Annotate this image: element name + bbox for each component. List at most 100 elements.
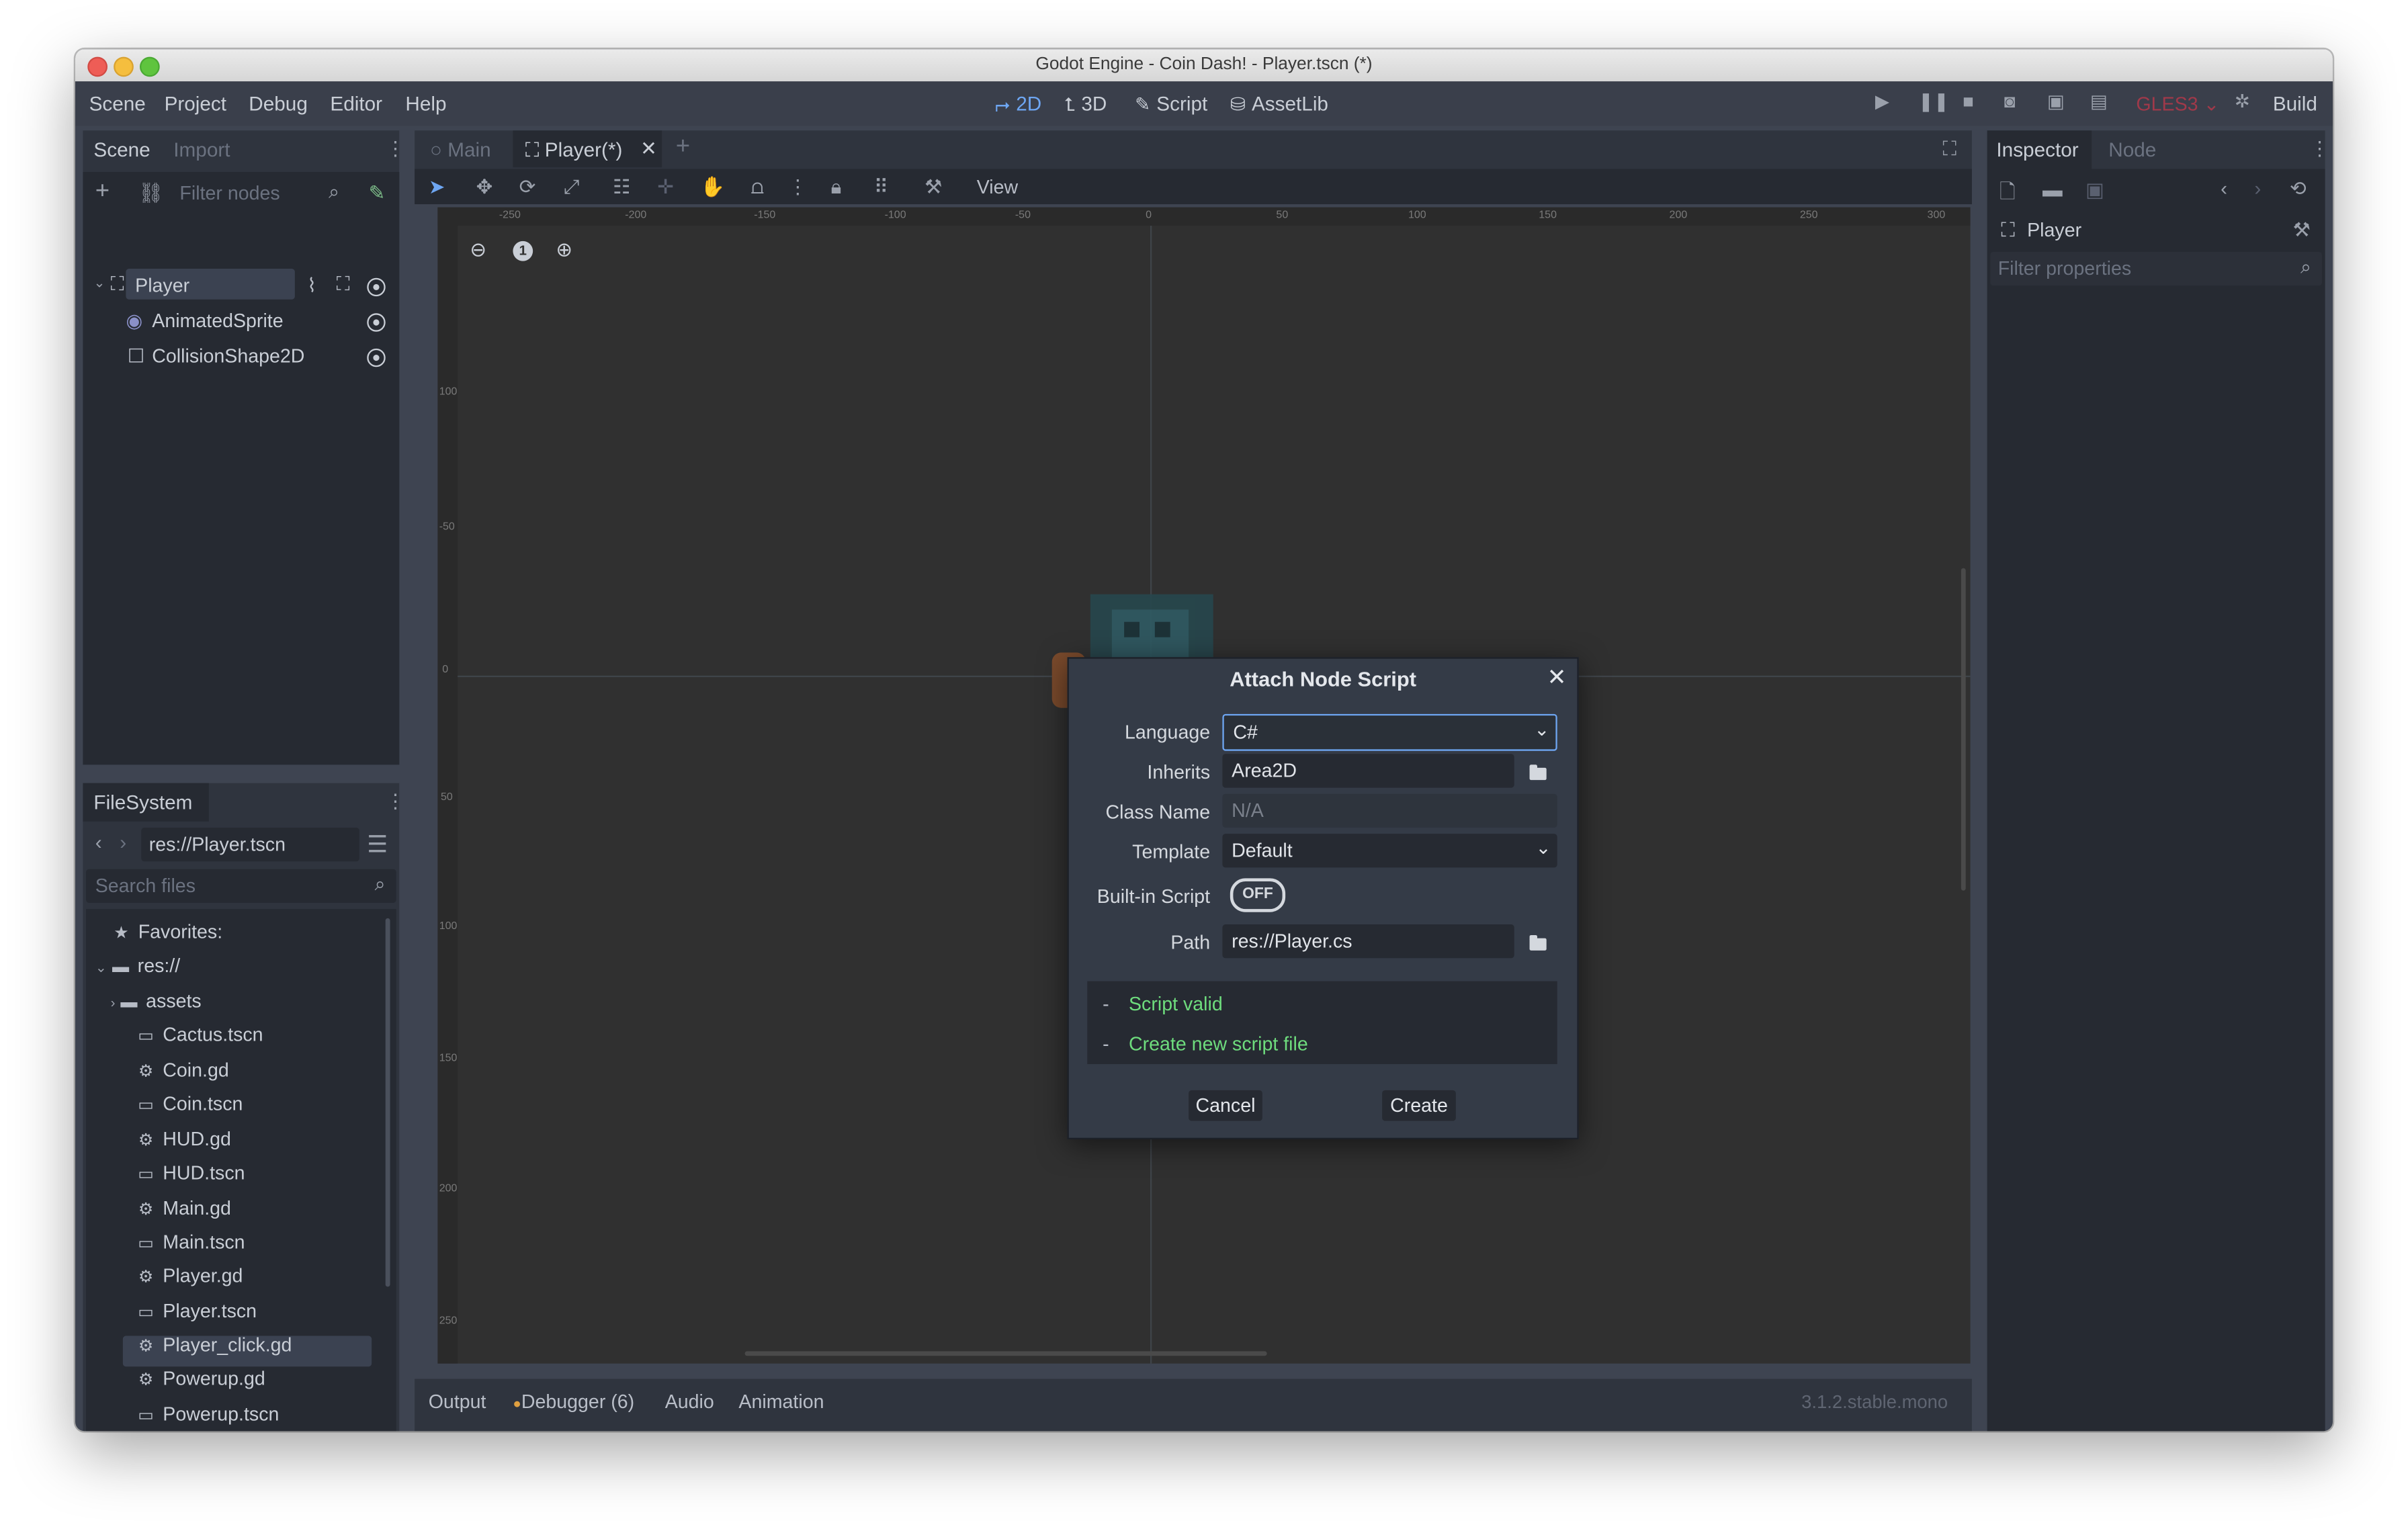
horizontal-scrollbar[interactable] bbox=[744, 1351, 1267, 1356]
open-folder-icon[interactable]: ▬ bbox=[2042, 178, 2063, 201]
snap-icon[interactable]: ⩍ bbox=[751, 175, 764, 200]
visibility-eye-icon[interactable] bbox=[367, 348, 386, 367]
vertical-scrollbar[interactable] bbox=[1961, 568, 1966, 891]
file-item[interactable]: ▭ HUD.tscn bbox=[135, 1162, 245, 1184]
forward-arrow-icon[interactable]: › bbox=[120, 831, 126, 854]
file-item[interactable]: ⚙ Player_click.gd bbox=[135, 1334, 292, 1356]
create-button[interactable]: Create bbox=[1382, 1090, 1456, 1121]
dock-menu-icon[interactable]: ⋮ bbox=[386, 789, 406, 814]
file-item[interactable]: ⚙ Powerup.gd bbox=[135, 1368, 265, 1390]
history-icon[interactable]: ⟲ bbox=[2290, 177, 2307, 202]
favorites-header[interactable]: ★ Favorites: bbox=[111, 921, 222, 943]
path-field[interactable]: res://Player.cs bbox=[1222, 924, 1514, 959]
group-icon[interactable]: ⛶ bbox=[337, 273, 350, 296]
visibility-eye-icon[interactable] bbox=[367, 277, 386, 297]
builtin-script-toggle[interactable]: OFF bbox=[1230, 878, 1286, 912]
add-node-icon[interactable]: + bbox=[95, 178, 110, 206]
collapse-arrow-icon[interactable]: ⌄ bbox=[93, 275, 105, 292]
visibility-eye-icon[interactable] bbox=[367, 313, 386, 332]
node-player[interactable]: Player bbox=[135, 275, 189, 296]
tab-audio[interactable]: Audio bbox=[665, 1391, 714, 1413]
file-item[interactable]: ⚙ Main.gd bbox=[135, 1198, 231, 1219]
build-button[interactable]: Build bbox=[2273, 92, 2317, 115]
file-item[interactable]: ⚙ Coin.gd bbox=[135, 1059, 229, 1081]
menu-scene[interactable]: Scene bbox=[89, 92, 146, 115]
folder-icon[interactable] bbox=[1529, 764, 1547, 781]
menu-editor[interactable]: Editor bbox=[330, 92, 382, 115]
history-back-icon[interactable]: ‹ bbox=[2221, 177, 2227, 200]
path-field[interactable]: res://Player.tscn bbox=[141, 827, 359, 862]
menu-project[interactable]: Project bbox=[165, 92, 226, 115]
filter-nodes-input[interactable]: Filter nodes ⌕ bbox=[167, 178, 349, 209]
workspace-3d-button[interactable]: ⮤ 3D bbox=[1064, 92, 1107, 117]
play-custom-icon[interactable]: ◙ bbox=[2004, 91, 2016, 112]
history-forward-icon[interactable]: › bbox=[2254, 177, 2261, 200]
stop-icon[interactable]: ■ bbox=[1963, 91, 1974, 112]
play-custom-scene-icon[interactable]: ▤ bbox=[2090, 91, 2108, 112]
skeleton-icon[interactable]: ⚒ bbox=[924, 175, 943, 200]
zoom-in-icon[interactable]: ⊕ bbox=[556, 238, 572, 263]
tab-node[interactable]: Node bbox=[2108, 138, 2156, 161]
tab-scene[interactable]: Scene bbox=[93, 138, 150, 161]
dock-menu-icon[interactable]: ⋮ bbox=[386, 136, 406, 161]
file-item[interactable]: ▭ Cactus.tscn bbox=[135, 1024, 263, 1046]
filter-properties-input[interactable]: Filter properties ⌕ bbox=[1990, 251, 2322, 286]
tab-import[interactable]: Import bbox=[173, 138, 230, 161]
move-mode-icon[interactable]: ✥ bbox=[476, 175, 493, 200]
workspace-assetlib-button[interactable]: ⛁ AssetLib bbox=[1230, 92, 1328, 115]
tab-debugger[interactable]: ●Debugger (6) bbox=[513, 1391, 634, 1413]
zoom-out-icon[interactable]: ⊖ bbox=[470, 238, 486, 263]
language-select[interactable]: C# ⌄ bbox=[1222, 713, 1557, 751]
cancel-button[interactable]: Cancel bbox=[1189, 1090, 1262, 1121]
snap-options-icon[interactable]: ⋮ bbox=[788, 175, 808, 200]
tab-player[interactable]: ⛶ Player(*) bbox=[525, 138, 623, 163]
menu-help[interactable]: Help bbox=[405, 92, 446, 115]
tab-animation[interactable]: Animation bbox=[738, 1391, 824, 1413]
scale-mode-icon[interactable]: ⤢ bbox=[564, 175, 580, 200]
file-tree-scrollbar[interactable] bbox=[385, 918, 390, 1287]
file-item[interactable]: ▭ Powerup.tscn bbox=[135, 1403, 279, 1425]
lock-icon[interactable]: 🔒︎ bbox=[831, 175, 842, 200]
workspace-script-button[interactable]: ✎ Script bbox=[1135, 92, 1207, 115]
list-select-icon[interactable]: ☷ bbox=[613, 175, 631, 200]
tab-main[interactable]: ○ Main bbox=[430, 138, 491, 161]
renderer-select[interactable]: GLES3 ⌄ bbox=[2136, 92, 2219, 115]
play-icon[interactable]: ▶ bbox=[1875, 91, 1889, 112]
play-scene-icon[interactable]: ▣ bbox=[2047, 91, 2065, 112]
dialog-close-icon[interactable]: ✕ bbox=[1547, 663, 1567, 691]
distraction-free-icon[interactable]: ⛶ bbox=[1942, 136, 1956, 161]
file-item[interactable]: › ▬ assets bbox=[111, 990, 202, 1012]
node-collisionshape2d[interactable]: CollisionShape2D bbox=[152, 345, 304, 367]
tab-filesystem[interactable]: FileSystem bbox=[93, 791, 192, 814]
class-name-field[interactable]: N/A bbox=[1222, 793, 1557, 828]
file-item[interactable]: ▭ Player.tscn bbox=[135, 1301, 257, 1322]
file-item[interactable]: ▭ Main.tscn bbox=[135, 1231, 245, 1253]
close-tab-icon[interactable]: ✕ bbox=[640, 136, 657, 161]
view-menu[interactable]: View bbox=[977, 177, 1018, 198]
split-view-icon[interactable]: ☰ bbox=[367, 831, 388, 859]
menu-debug[interactable]: Debug bbox=[249, 92, 308, 115]
tab-output[interactable]: Output bbox=[429, 1391, 486, 1413]
link-icon[interactable]: ⛓ bbox=[138, 181, 164, 206]
zoom-reset-button[interactable]: 1 bbox=[513, 238, 533, 261]
back-arrow-icon[interactable]: ‹ bbox=[95, 831, 102, 854]
rotate-mode-icon[interactable]: ⟳ bbox=[519, 175, 536, 200]
file-item[interactable]: ▭ Coin.tscn bbox=[135, 1093, 243, 1114]
pan-hand-icon[interactable]: ✋ bbox=[700, 175, 725, 200]
dock-menu-icon[interactable]: ⋮ bbox=[2310, 136, 2330, 161]
signal-icon[interactable]: ⌇ bbox=[307, 273, 316, 296]
workspace-2d-button[interactable]: ⮣ 2D bbox=[995, 92, 1041, 117]
node-animatedsprite[interactable]: AnimatedSprite bbox=[152, 310, 283, 332]
save-icon[interactable]: ▣ bbox=[2086, 178, 2104, 203]
pause-icon[interactable]: ❚❚ bbox=[1918, 91, 1949, 112]
file-item[interactable]: ⚙ HUD.gd bbox=[135, 1129, 231, 1150]
attach-script-icon[interactable]: ✎ bbox=[369, 181, 386, 206]
inherits-field[interactable]: Area2D bbox=[1222, 754, 1514, 788]
file-item[interactable]: ⚙ Player.gd bbox=[135, 1265, 243, 1286]
res-root[interactable]: ⌄ ▬ res:// bbox=[95, 955, 180, 977]
pivot-icon[interactable]: ✛ bbox=[657, 175, 674, 200]
new-tab-icon[interactable]: + bbox=[676, 134, 690, 161]
group-icon[interactable]: ⠿ bbox=[874, 175, 889, 200]
object-menu-icon[interactable]: ⚒ bbox=[2293, 218, 2311, 243]
select-mode-icon[interactable]: ➤ bbox=[429, 175, 445, 200]
